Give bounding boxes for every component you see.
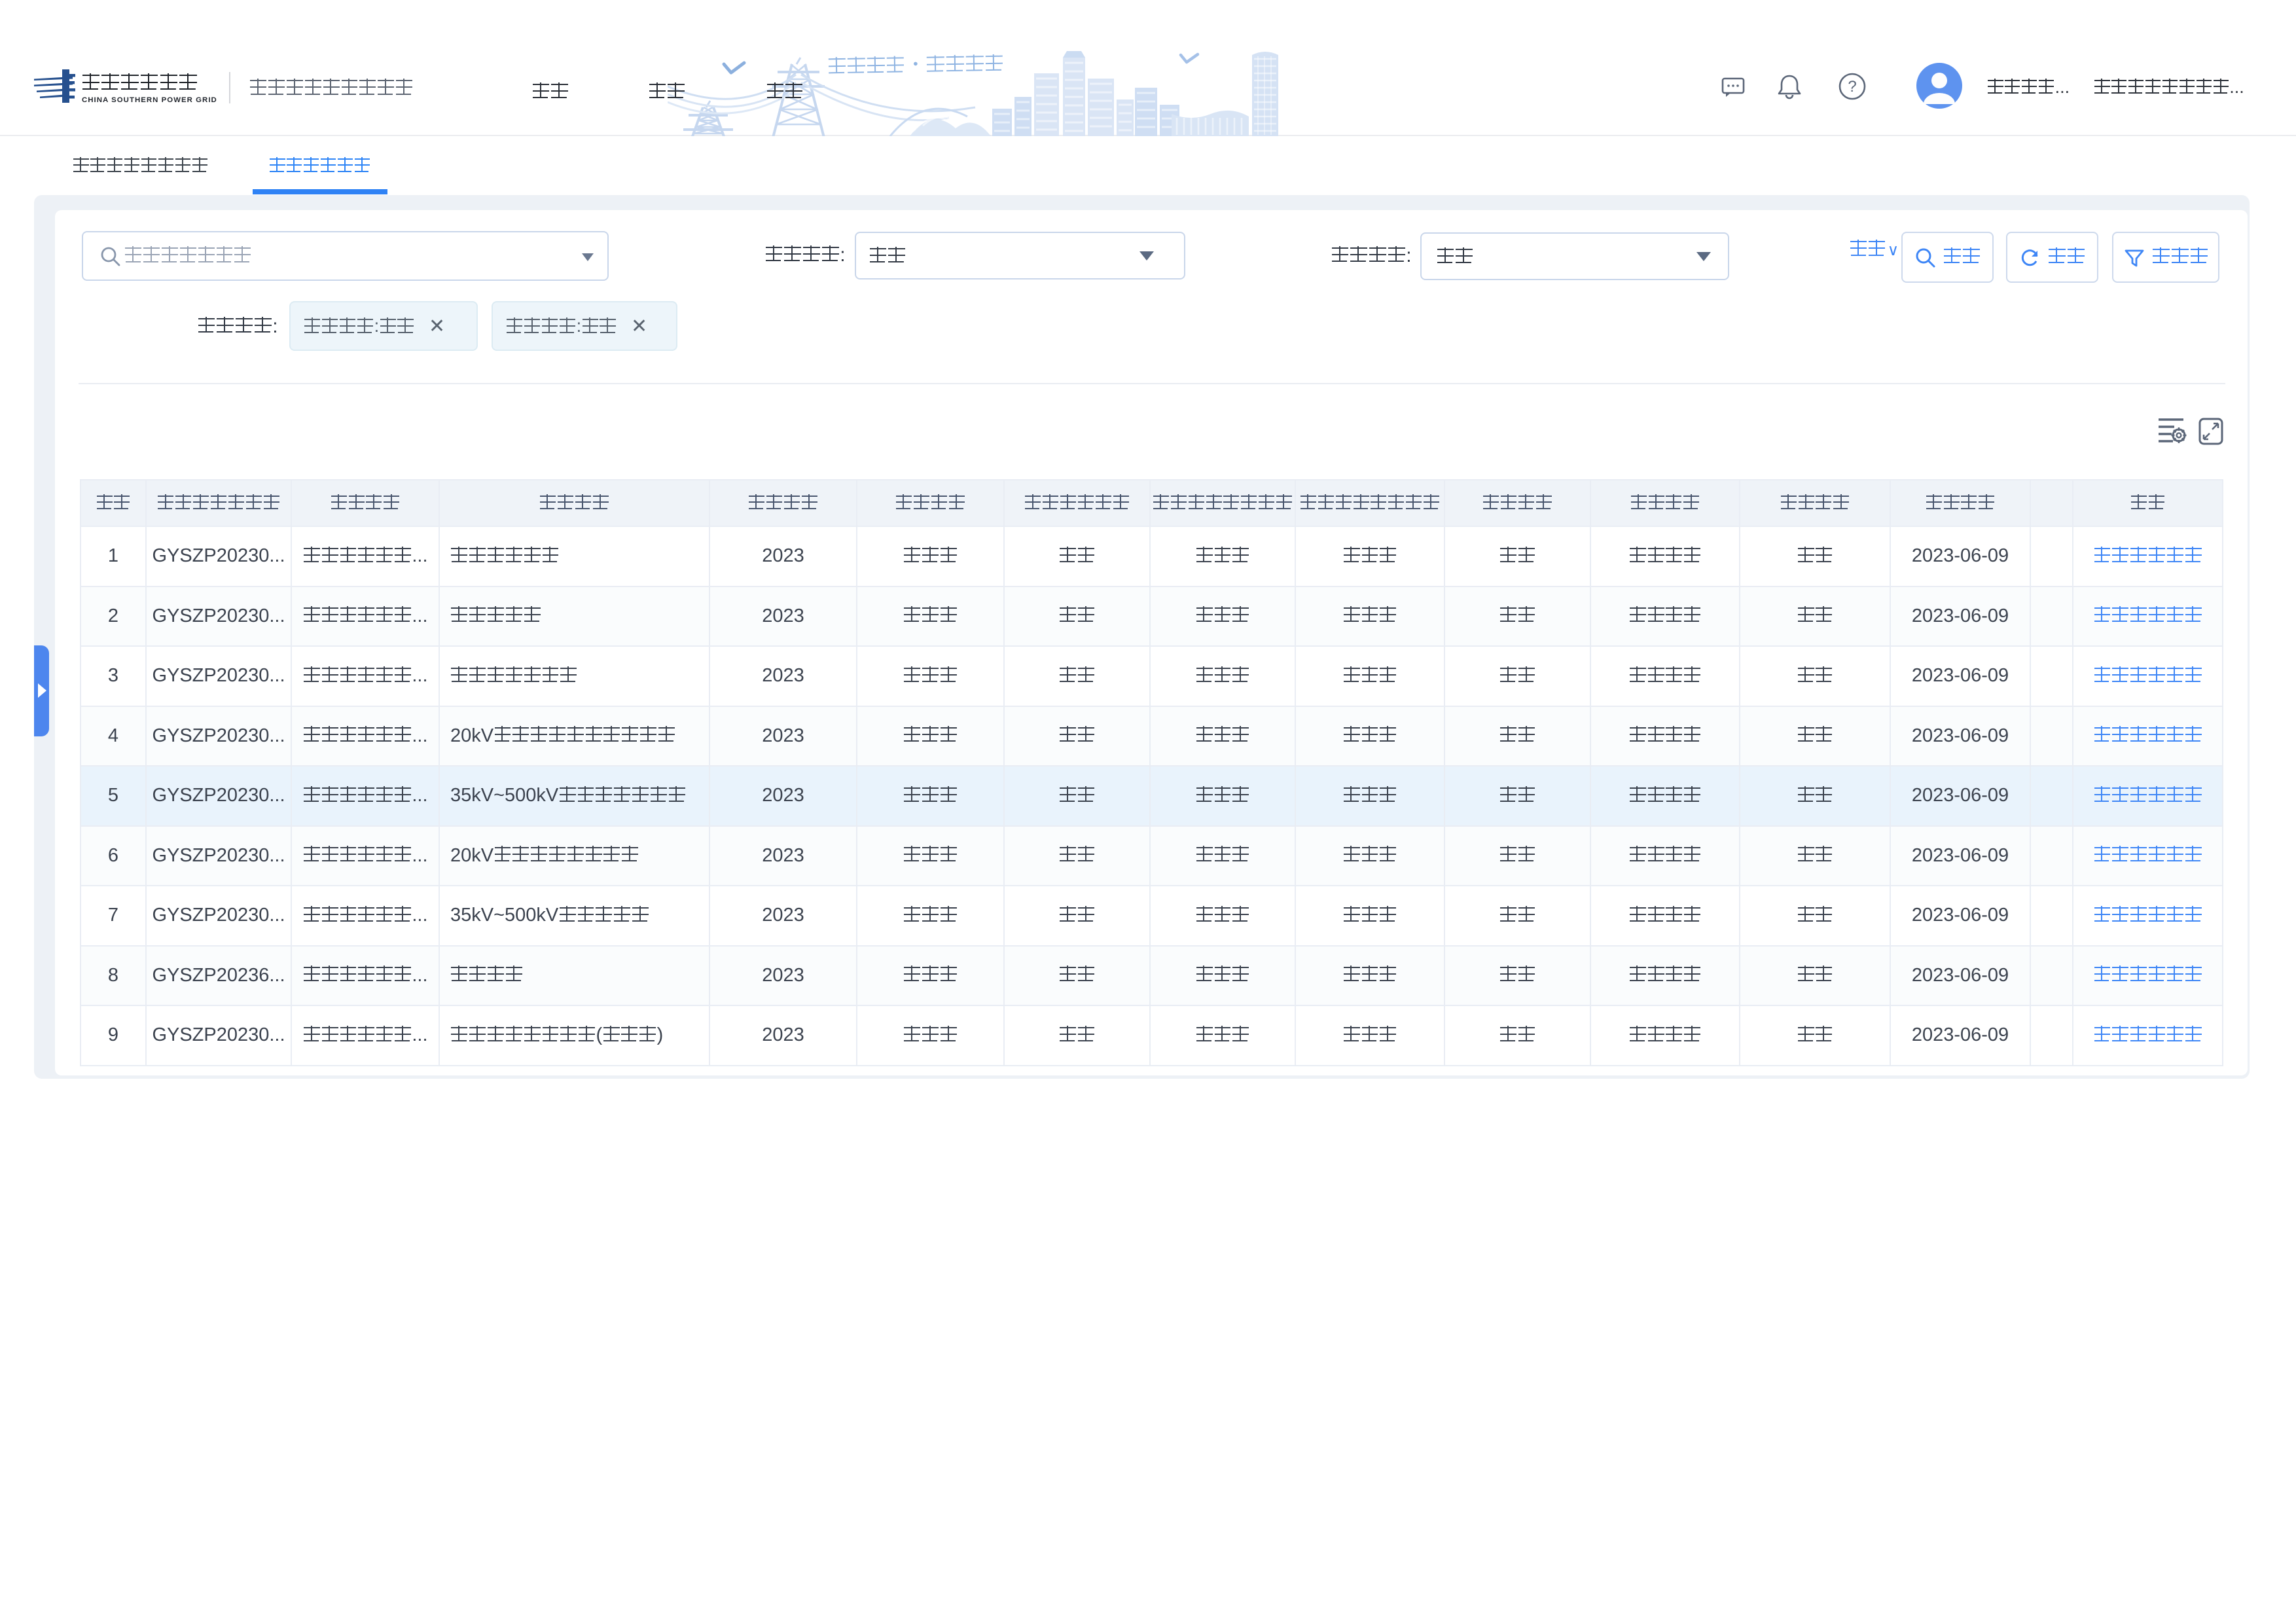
svg-text:?: ? bbox=[1848, 78, 1856, 96]
